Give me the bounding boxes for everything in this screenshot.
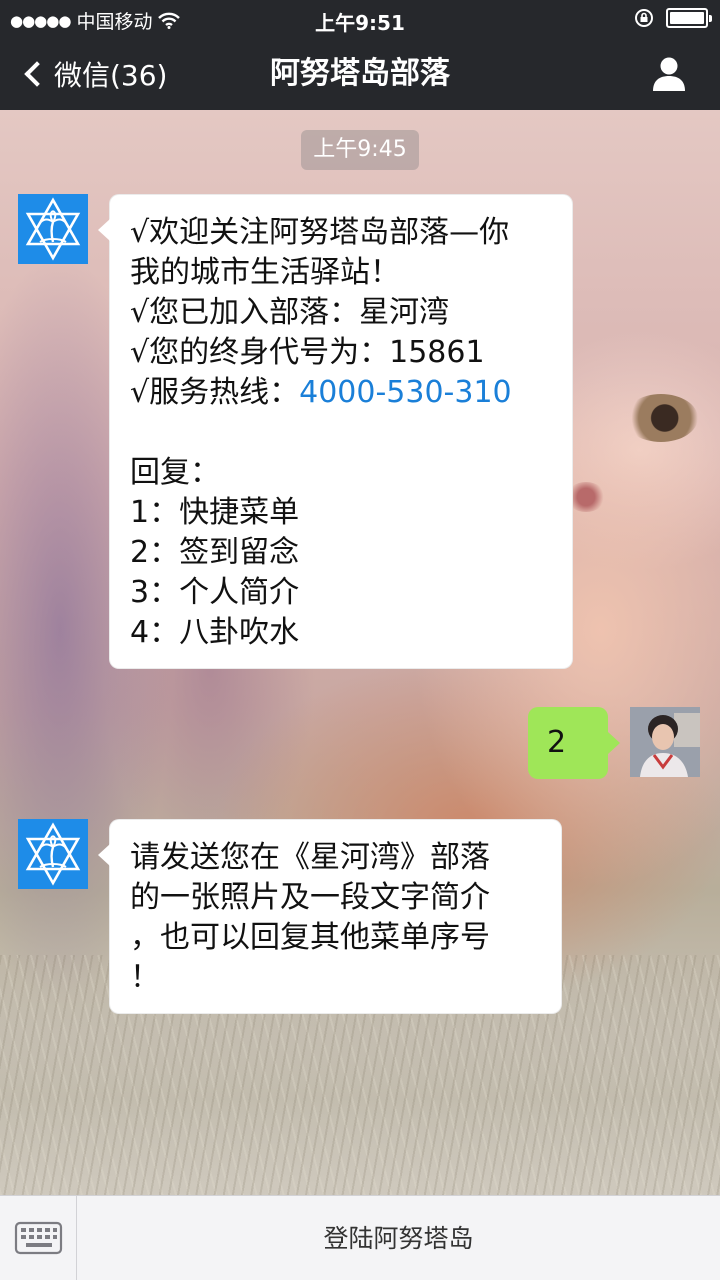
message-line: 我的城市生活驿站！ (130, 255, 400, 290)
hotline-phone-link[interactable]: 4000-530-310 (299, 375, 512, 410)
battery-level (670, 12, 704, 24)
menu-button-login[interactable]: 登陆阿努塔岛 (77, 1196, 720, 1280)
official-account-avatar[interactable] (18, 819, 88, 889)
battery-icon (666, 8, 712, 28)
nav-bar: 微信(36) 阿努塔岛部落 (0, 38, 720, 110)
keyboard-toggle-button[interactable] (0, 1196, 77, 1280)
menu-option: 2：签到留念 (130, 535, 300, 570)
message-line: ！ (130, 960, 160, 995)
sent-message-text: 2 (547, 725, 567, 760)
rotation-lock-icon (635, 9, 653, 27)
status-time: 上午9:51 (315, 11, 405, 35)
menu-option: 1：快捷菜单 (130, 495, 300, 530)
user-photo (630, 707, 700, 777)
sent-message-bubble[interactable]: 2 (528, 707, 620, 779)
message-line: √您的终身代号为：15861 (130, 335, 485, 370)
bottom-menu-bar: 登陆阿努塔岛 (0, 1195, 720, 1280)
star-palm-logo (25, 197, 81, 261)
user-avatar[interactable] (630, 707, 700, 777)
message-line: √您已加入部落：星河湾 (130, 295, 450, 330)
hotline-line: √服务热线：4000-530-310 (130, 373, 552, 413)
status-right (634, 8, 712, 28)
message-line: 请发送您在《星河湾》部落 (130, 840, 490, 875)
message-line: 的一张照片及一段文字简介 (130, 880, 490, 915)
menu-option: 3：个人简介 (130, 575, 300, 610)
message-timestamp: 上午9:45 (301, 130, 419, 170)
message-bubble-welcome[interactable]: √欢迎关注阿努塔岛部落—你 我的城市生活驿站！ √您已加入部落：星河湾 √您的终… (98, 194, 573, 669)
person-icon[interactable] (652, 56, 686, 92)
chat-title: 阿努塔岛部落 (270, 56, 450, 91)
reply-label: 回复： (130, 455, 220, 490)
keyboard-icon (14, 1221, 63, 1255)
status-bar: ●●●●● 中国移动 上午9:51 (0, 0, 720, 38)
star-palm-logo (25, 822, 81, 886)
message-line: ，也可以回复其他菜单序号 (130, 920, 490, 955)
top-bar: ●●●●● 中国移动 上午9:51 微信(36) 阿努塔岛部落 (0, 0, 720, 110)
background-cat-eye (624, 394, 698, 442)
official-account-avatar[interactable] (18, 194, 88, 264)
menu-option: 4：八卦吹水 (130, 615, 300, 650)
message-line: √欢迎关注阿努塔岛部落—你 (130, 215, 510, 250)
hotline-label: √服务热线： (130, 375, 300, 410)
message-bubble-instructions[interactable]: 请发送您在《星河湾》部落 的一张照片及一段文字简介 ，也可以回复其他菜单序号 ！ (98, 819, 562, 1014)
